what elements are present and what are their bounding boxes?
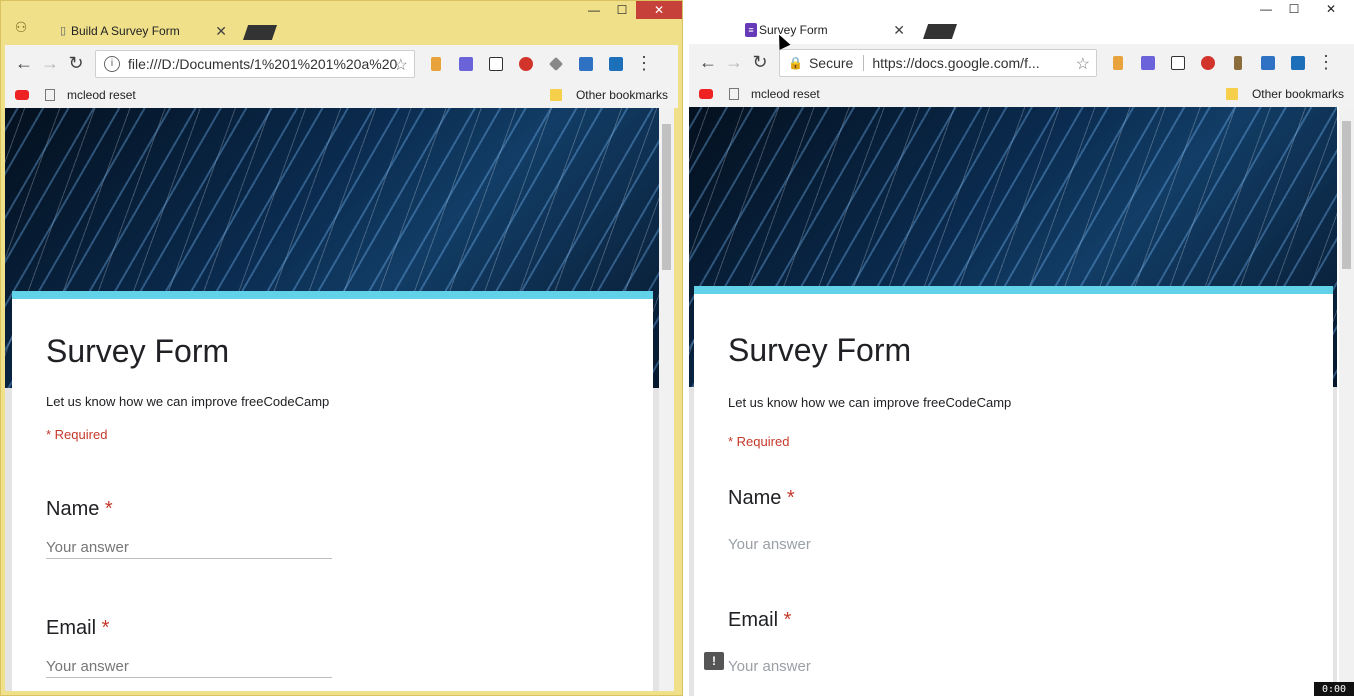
name-input[interactable]: Your answer	[728, 536, 1014, 555]
back-button[interactable]: ←	[695, 50, 721, 76]
folder-icon	[549, 89, 562, 101]
form-title: Survey Form	[728, 332, 912, 368]
right-toolbar: ← → ↻ 🔒 Secure https://docs.google.com/f…	[689, 44, 1354, 81]
extension-tool-icon[interactable]	[1223, 50, 1253, 76]
close-window-button[interactable]: ✕	[1308, 0, 1354, 18]
extension-flag-icon[interactable]	[421, 51, 451, 77]
forward-button[interactable]: →	[37, 51, 63, 77]
form-card: Survey Form Let us know how we can impro…	[694, 286, 1333, 696]
right-window-controls: — ☐ ✕	[1252, 0, 1354, 18]
url-text: https://docs.google.com/f...	[872, 54, 1040, 71]
scrollbar-thumb[interactable]	[1342, 121, 1351, 269]
name-input[interactable]: Your answer	[46, 539, 332, 559]
lock-icon: 🔒	[788, 55, 803, 70]
address-bar[interactable]: 🔒 Secure https://docs.google.com/f... ☆	[779, 48, 1097, 77]
new-tab-button[interactable]	[243, 25, 277, 40]
page-icon: ▯	[59, 25, 67, 37]
question-name-label: Name *	[46, 498, 113, 520]
tab-close-icon[interactable]: ✕	[215, 23, 227, 40]
required-asterisk: *	[786, 487, 795, 509]
youtube-icon[interactable]	[699, 89, 713, 99]
left-page-viewport: Survey Form Let us know how we can impro…	[5, 108, 659, 691]
forward-button[interactable]: →	[721, 50, 747, 76]
minimize-button[interactable]: —	[580, 1, 608, 19]
scrollbar-thumb[interactable]	[662, 124, 671, 270]
extension-shield-icon[interactable]	[1253, 50, 1283, 76]
left-scrollbar[interactable]	[659, 108, 674, 691]
tab-title: Build A Survey Form	[71, 24, 180, 38]
extension-layers-icon[interactable]	[541, 51, 571, 77]
secure-label: Secure	[809, 54, 865, 71]
left-toolbar: ← → ↻ i file:///D:/Documents/1%201%201%2…	[5, 45, 678, 82]
youtube-icon[interactable]	[15, 90, 29, 100]
extension-adblock-icon[interactable]	[1193, 50, 1223, 76]
question-email-label: Email *	[46, 617, 110, 639]
maximize-button[interactable]: ☐	[1280, 0, 1308, 18]
other-bookmarks[interactable]: Other bookmarks	[1252, 87, 1344, 101]
url-text: file:///D:/Documents/1%201%201%20a%20	[128, 55, 398, 72]
form-description: Let us know how we can improve freeCodeC…	[728, 395, 1012, 410]
left-bookmarks-bar: mcleod reset Other bookmarks	[5, 82, 678, 108]
bookmark-star-icon[interactable]: ☆	[394, 55, 408, 75]
extension-s-icon[interactable]	[601, 51, 631, 77]
tab-title: Survey Form	[759, 23, 828, 37]
maximize-button[interactable]: ☐	[608, 1, 636, 19]
reload-button[interactable]: ↻	[63, 51, 89, 77]
tab-build-a-survey-form[interactable]: ▯ Build A Survey Form ✕	[39, 17, 239, 45]
question-name-label: Name *	[728, 487, 795, 509]
google-forms-icon: ≡	[745, 23, 757, 37]
report-feedback-icon[interactable]: !	[704, 652, 724, 670]
form-card: Survey Form Let us know how we can impro…	[12, 291, 653, 691]
extension-flag-icon[interactable]	[1103, 50, 1133, 76]
address-bar[interactable]: i file:///D:/Documents/1%201%201%20a%20 …	[95, 49, 415, 78]
extension-adblock-icon[interactable]	[511, 51, 541, 77]
left-window-controls: — ☐ ✕	[580, 1, 682, 19]
form-title: Survey Form	[46, 333, 230, 369]
menu-icon[interactable]: ⋮	[631, 51, 657, 77]
bookmark-star-icon[interactable]: ☆	[1076, 54, 1090, 74]
left-browser-window: ⚇ ▯ Build A Survey Form ✕ — ☐ ✕ ← → ↻ i …	[0, 0, 683, 696]
menu-icon[interactable]: ⋮	[1313, 50, 1339, 76]
right-page-viewport: Survey Form Let us know how we can impro…	[689, 107, 1337, 696]
folder-icon	[1225, 88, 1238, 100]
bookmark-mcleod-reset[interactable]: mcleod reset	[67, 88, 136, 102]
right-browser-window: ≡ Survey Form ✕ — ☐ ✕ ← → ↻ 🔒 Secure htt…	[683, 0, 1354, 696]
left-titlebar: ⚇ ▯ Build A Survey Form ✕ — ☐ ✕	[1, 1, 682, 45]
bookmark-mcleod-reset[interactable]: mcleod reset	[751, 87, 820, 101]
form-description: Let us know how we can improve freeCodeC…	[46, 394, 330, 409]
close-window-button[interactable]: ✕	[636, 1, 682, 19]
email-input[interactable]: Your answer	[728, 658, 1014, 677]
recording-timer: 0:00	[1314, 682, 1354, 696]
email-input[interactable]: Your answer	[46, 658, 332, 678]
back-button[interactable]: ←	[11, 51, 37, 77]
required-asterisk: *	[104, 498, 113, 520]
extension-shield-icon[interactable]	[571, 51, 601, 77]
extension-pen-icon[interactable]	[451, 51, 481, 77]
new-tab-button[interactable]	[923, 24, 957, 39]
minimize-button[interactable]: —	[1252, 0, 1280, 18]
right-scrollbar[interactable]	[1339, 107, 1354, 696]
extension-s-icon[interactable]	[1283, 50, 1313, 76]
bookmark-page-icon	[45, 89, 55, 101]
tab-survey-form[interactable]: ≡ Survey Form ✕	[727, 16, 917, 44]
required-asterisk: *	[101, 617, 110, 639]
question-email-label: Email *	[728, 609, 792, 631]
bookmark-page-icon	[729, 88, 739, 100]
right-bookmarks-bar: mcleod reset Other bookmarks	[689, 81, 1354, 107]
reload-button[interactable]: ↻	[747, 50, 773, 76]
extension-eyedropper-icon[interactable]	[1163, 50, 1193, 76]
incognito-icon: ⚇	[14, 19, 28, 35]
required-note: * Required	[46, 427, 108, 442]
extension-pen-icon[interactable]	[1133, 50, 1163, 76]
extension-eyedropper-icon[interactable]	[481, 51, 511, 77]
other-bookmarks[interactable]: Other bookmarks	[576, 88, 668, 102]
required-note: * Required	[728, 434, 790, 449]
required-asterisk: *	[783, 609, 792, 631]
info-icon[interactable]: i	[104, 55, 120, 72]
tab-close-icon[interactable]: ✕	[893, 22, 905, 39]
